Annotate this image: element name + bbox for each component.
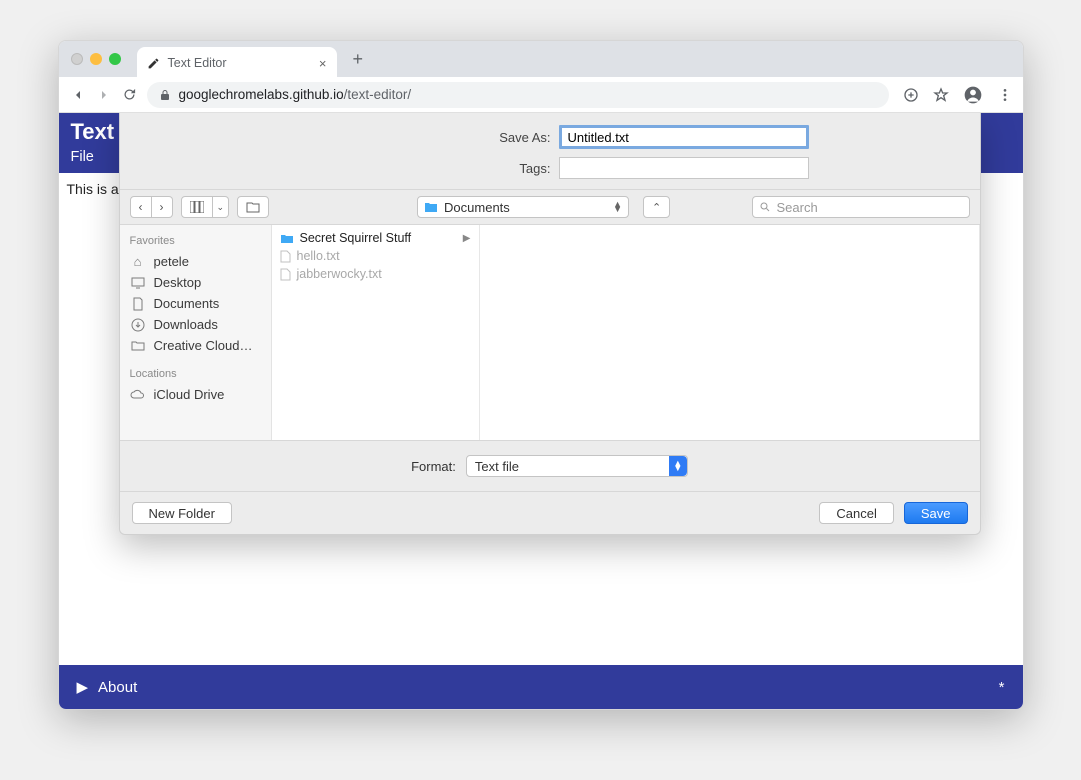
nav-back-button[interactable]: ‹: [130, 196, 152, 218]
location-name: Documents: [444, 200, 510, 215]
maximize-window-icon[interactable]: [109, 53, 121, 65]
profile-icon[interactable]: [963, 85, 983, 105]
dialog-footer: New Folder Cancel Save: [120, 491, 980, 534]
cancel-button[interactable]: Cancel: [819, 502, 893, 524]
dialog-header: Save As: Tags:: [120, 113, 980, 189]
chevron-right-icon: ▶: [77, 678, 89, 696]
view-menu-chevron[interactable]: ⌄: [213, 196, 230, 218]
about-label: About: [98, 679, 137, 696]
list-item[interactable]: hello.txt: [272, 247, 479, 265]
search-icon: [759, 201, 771, 213]
nav-forward-button[interactable]: ›: [152, 196, 173, 218]
lock-icon: [159, 88, 171, 102]
search-input[interactable]: Search: [752, 196, 970, 218]
updown-icon: ▲▼: [669, 456, 687, 476]
new-tab-button[interactable]: +: [343, 49, 374, 70]
sidebar-item-desktop[interactable]: Desktop: [120, 272, 271, 293]
cloud-icon: [130, 389, 146, 400]
locations-header: Locations: [120, 364, 271, 384]
bookmark-icon[interactable]: [933, 87, 949, 103]
location-popup[interactable]: Documents ▲▼: [417, 196, 629, 218]
list-item[interactable]: Secret Squirrel Stuff ▶: [272, 229, 479, 247]
tab-title: Text Editor: [168, 56, 227, 70]
save-as-label: Save As:: [291, 130, 551, 145]
tags-label: Tags:: [291, 161, 551, 176]
save-as-input[interactable]: [559, 125, 809, 149]
group-button[interactable]: [237, 196, 269, 218]
sidebar-item-documents[interactable]: Documents: [120, 293, 271, 314]
folder-icon: [280, 233, 294, 244]
file-column-1: Secret Squirrel Stuff ▶ hello.txt jabber…: [272, 225, 480, 440]
dialog-toolbar: ‹ › ⌄ Documents ▲▼ ⌃ Search: [120, 189, 980, 224]
tab-strip: Text Editor × +: [59, 41, 1023, 77]
folder-icon: [130, 340, 146, 351]
updown-icon: ▲▼: [613, 202, 622, 212]
home-icon: ⌂: [130, 254, 146, 269]
format-value: Text file: [475, 459, 519, 474]
file-icon: [280, 268, 291, 281]
folder-icon: [424, 201, 438, 213]
format-label: Format:: [411, 459, 456, 474]
save-button[interactable]: Save: [904, 502, 968, 524]
forward-button[interactable]: [95, 86, 113, 104]
page-content: Text File This is a n ▶ About * Save As:…: [59, 113, 1023, 709]
sidebar: Favorites ⌂petele Desktop Documents Down…: [120, 225, 272, 440]
format-row: Format: Text file ▲▼: [120, 440, 980, 491]
about-bar[interactable]: ▶ About *: [59, 665, 1023, 709]
browser-tab[interactable]: Text Editor ×: [137, 47, 337, 79]
documents-icon: [130, 297, 146, 311]
address-bar: googlechromelabs.github.io/text-editor/: [59, 77, 1023, 113]
sidebar-item-creative-cloud[interactable]: Creative Cloud…: [120, 335, 271, 356]
minimize-window-icon[interactable]: [90, 53, 102, 65]
list-item[interactable]: jabberwocky.txt: [272, 265, 479, 283]
sidebar-item-icloud[interactable]: iCloud Drive: [120, 384, 271, 405]
close-window-icon[interactable]: [71, 53, 83, 65]
chevron-right-icon: ▶: [463, 233, 471, 244]
save-dialog: Save As: Tags: ‹ › ⌄: [119, 113, 981, 535]
file-column-2: [480, 225, 980, 440]
install-icon[interactable]: [903, 87, 919, 103]
favorites-header: Favorites: [120, 231, 271, 251]
view-columns-button[interactable]: [181, 196, 213, 218]
url-host: googlechromelabs.github.io: [179, 87, 344, 102]
sidebar-item-home[interactable]: ⌂petele: [120, 251, 271, 272]
collapse-button[interactable]: ⌃: [643, 196, 670, 218]
sidebar-item-downloads[interactable]: Downloads: [120, 314, 271, 335]
close-tab-icon[interactable]: ×: [319, 56, 327, 71]
pencil-icon: [147, 57, 160, 70]
new-folder-button[interactable]: New Folder: [132, 502, 232, 524]
reload-button[interactable]: [121, 86, 139, 104]
window-controls: [71, 53, 121, 65]
file-browser: Favorites ⌂petele Desktop Documents Down…: [120, 224, 980, 440]
dirty-indicator: *: [999, 679, 1005, 696]
address-field[interactable]: googlechromelabs.github.io/text-editor/: [147, 82, 889, 108]
file-icon: [280, 250, 291, 263]
browser-window: Text Editor × + googlechromelabs.github.…: [58, 40, 1024, 710]
tags-input[interactable]: [559, 157, 809, 179]
menu-icon[interactable]: [997, 87, 1013, 103]
back-button[interactable]: [69, 86, 87, 104]
downloads-icon: [130, 318, 146, 332]
format-select[interactable]: Text file ▲▼: [466, 455, 688, 477]
desktop-icon: [130, 277, 146, 289]
search-placeholder: Search: [777, 200, 818, 215]
url-path: /text-editor/: [344, 87, 412, 102]
